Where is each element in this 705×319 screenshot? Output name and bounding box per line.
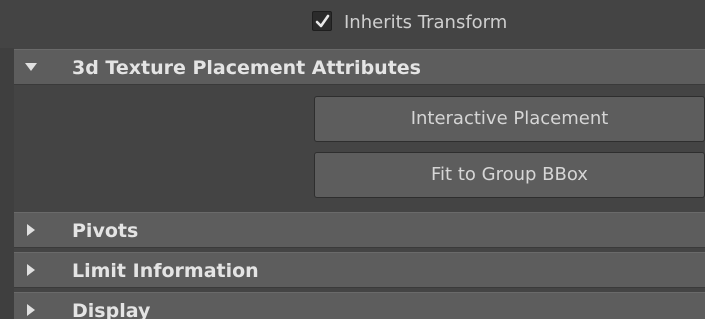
section-body-3d-texture-placement: Interactive Placement Fit to Group BBox bbox=[14, 90, 705, 210]
section-header-limit-information[interactable]: Limit Information bbox=[14, 252, 705, 288]
section-header-3d-texture-placement[interactable]: 3d Texture Placement Attributes bbox=[14, 49, 705, 85]
triangle-right-icon bbox=[27, 304, 35, 316]
section-title: Display bbox=[72, 300, 151, 319]
triangle-right-icon bbox=[27, 264, 35, 276]
triangle-right-icon bbox=[27, 224, 35, 236]
section-title: Pivots bbox=[72, 220, 139, 242]
interactive-placement-button[interactable]: Interactive Placement bbox=[314, 96, 705, 142]
checkmark-icon bbox=[315, 14, 330, 28]
section-title: Limit Information bbox=[72, 260, 259, 282]
section-header-display[interactable]: Display bbox=[14, 292, 705, 319]
inherits-transform-row: Inherits Transform bbox=[0, 0, 705, 48]
section-title: 3d Texture Placement Attributes bbox=[72, 57, 421, 79]
inherits-transform-checkbox[interactable] bbox=[312, 11, 332, 31]
inherits-transform-label: Inherits Transform bbox=[344, 12, 508, 33]
attribute-editor-panel: Inherits Transform 3d Texture Placement … bbox=[0, 0, 705, 319]
triangle-down-icon bbox=[25, 63, 37, 71]
fit-to-group-bbox-button[interactable]: Fit to Group BBox bbox=[314, 152, 705, 198]
section-header-pivots[interactable]: Pivots bbox=[14, 212, 705, 248]
